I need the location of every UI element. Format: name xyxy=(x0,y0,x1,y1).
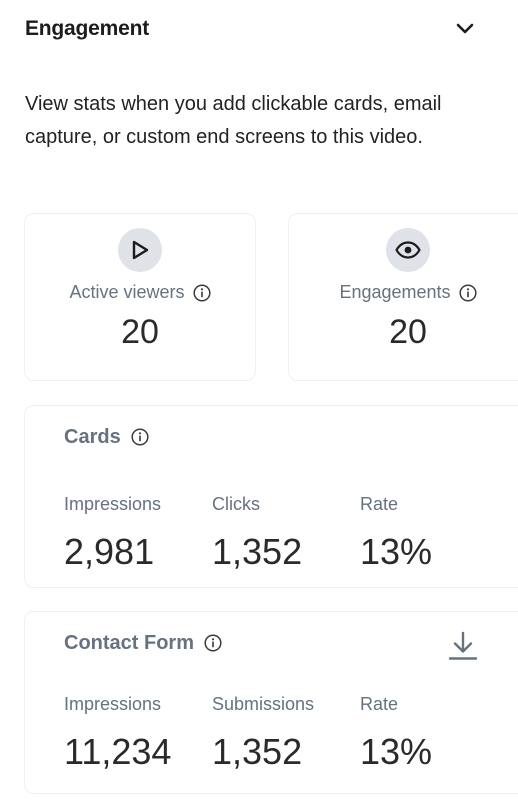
active-viewers-card: Active viewers 20 xyxy=(24,213,256,381)
cards-rate-metric: Rate 13% xyxy=(360,494,508,573)
contact-form-panel: Contact Form Impressions 11,234 Submissi… xyxy=(24,611,518,794)
cards-panel: Cards Impressions 2,981 Clicks 1,352 Rat… xyxy=(24,405,518,588)
info-icon[interactable] xyxy=(458,283,477,302)
form-rate-metric: Rate 13% xyxy=(360,694,508,773)
metric-label: Rate xyxy=(360,694,399,714)
engagement-header[interactable]: Engagement xyxy=(25,14,475,44)
cards-clicks-metric: Clicks 1,352 xyxy=(212,494,360,573)
active-viewers-value: 20 xyxy=(121,313,159,351)
metric-value: 13% xyxy=(360,731,433,772)
active-viewers-label: Active viewers xyxy=(69,282,185,302)
metric-value: 2,981 xyxy=(64,531,155,572)
info-icon[interactable] xyxy=(131,428,149,446)
contact-form-title: Contact Form xyxy=(64,631,194,654)
metric-label: Impressions xyxy=(64,494,162,514)
metric-value: 1,352 xyxy=(212,531,303,572)
form-submissions-metric: Submissions 1,352 xyxy=(212,694,360,773)
info-icon[interactable] xyxy=(204,634,222,652)
metric-value: 13% xyxy=(360,531,433,572)
metric-label: Impressions xyxy=(64,694,162,714)
form-impressions-metric: Impressions 11,234 xyxy=(64,694,212,773)
eye-icon xyxy=(386,228,430,272)
metric-value: 1,352 xyxy=(212,731,303,772)
metric-label: Clicks xyxy=(212,494,260,514)
engagements-label: Engagements xyxy=(339,282,451,302)
chevron-down-icon[interactable] xyxy=(455,19,475,39)
engagements-card: Engagements 20 xyxy=(288,213,518,381)
engagements-value: 20 xyxy=(389,313,427,351)
metric-label: Submissions xyxy=(212,694,315,714)
cards-impressions-metric: Impressions 2,981 xyxy=(64,494,212,573)
section-title: Engagement xyxy=(25,17,150,40)
section-description: View stats when you add clickable cards,… xyxy=(25,93,442,148)
cards-title: Cards xyxy=(64,425,121,448)
download-icon[interactable] xyxy=(447,630,479,662)
info-icon[interactable] xyxy=(192,283,211,302)
play-icon xyxy=(118,228,162,272)
metric-value: 11,234 xyxy=(64,731,172,772)
metric-label: Rate xyxy=(360,494,399,514)
